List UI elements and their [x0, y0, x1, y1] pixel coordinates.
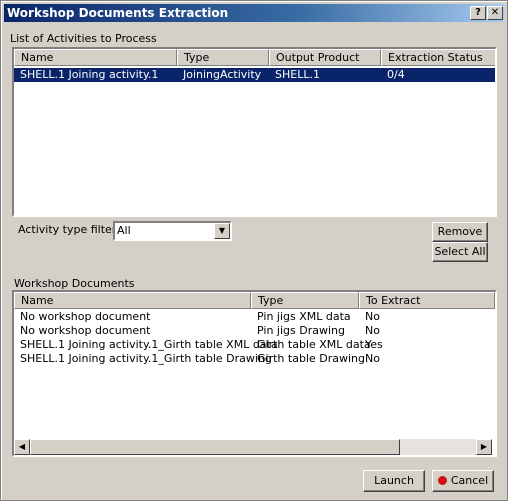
column-header-type[interactable]: Type — [251, 292, 359, 309]
document-row[interactable]: SHELL.1 Joining activity.1_Girth table X… — [14, 338, 495, 352]
document-type: Pin jigs Drawing — [257, 324, 345, 337]
activity-type: JoiningActivity — [183, 68, 262, 81]
activity-output-product: SHELL.1 — [275, 68, 320, 81]
document-type: Girth table XML data — [257, 338, 371, 351]
activities-section-label: List of Activities to Process — [10, 32, 157, 45]
document-row[interactable]: SHELL.1 Joining activity.1_Girth table D… — [14, 352, 495, 366]
document-name: SHELL.1 Joining activity.1_Girth table X… — [20, 338, 278, 351]
activity-type-filter-select[interactable]: All ▼ — [113, 221, 232, 241]
select-all-button[interactable]: Select All — [432, 242, 488, 262]
document-row[interactable]: No workshop document Pin jigs Drawing No — [14, 324, 495, 338]
document-name: SHELL.1 Joining activity.1_Girth table D… — [20, 352, 272, 365]
document-name: No workshop document — [20, 310, 151, 323]
document-to-extract: No — [365, 324, 380, 337]
filter-label: Activity type filter: — [18, 223, 120, 236]
column-header-to-extract[interactable]: To Extract — [359, 292, 495, 309]
scroll-right-icon[interactable]: ▶ — [476, 439, 492, 455]
document-to-extract: Yes — [365, 338, 383, 351]
column-header-name[interactable]: Name — [14, 49, 177, 66]
document-to-extract: No — [365, 310, 380, 323]
document-row[interactable]: No workshop document Pin jigs XML data N… — [14, 310, 495, 324]
chevron-down-icon[interactable]: ▼ — [214, 223, 230, 239]
help-icon[interactable]: ? — [470, 6, 486, 20]
stop-icon — [437, 476, 447, 485]
activities-list[interactable]: Name Type Output Product Extraction Stat… — [12, 47, 497, 217]
activity-extraction-status: 0/4 — [387, 68, 405, 81]
documents-section-label: Workshop Documents — [14, 277, 135, 290]
window-title: Workshop Documents Extraction — [7, 6, 229, 20]
document-to-extract: No — [365, 352, 380, 365]
launch-button[interactable]: Launch — [363, 470, 425, 492]
filter-value: All — [117, 224, 131, 237]
scroll-thumb[interactable] — [30, 439, 400, 455]
horizontal-scrollbar[interactable]: ◀ ▶ — [14, 439, 492, 455]
activity-row[interactable]: SHELL.1 Joining activity.1 JoiningActivi… — [14, 68, 495, 82]
cancel-button[interactable]: Cancel — [432, 470, 494, 492]
activity-name: SHELL.1 Joining activity.1 — [20, 68, 159, 81]
column-header-name[interactable]: Name — [14, 292, 251, 309]
document-type: Pin jigs XML data — [257, 310, 351, 323]
cancel-label: Cancel — [450, 474, 489, 487]
dialog-window: Workshop Documents Extraction ? ✕ List o… — [0, 0, 508, 501]
document-name: No workshop document — [20, 324, 151, 337]
close-icon[interactable]: ✕ — [487, 6, 503, 20]
document-type: Girth table Drawing — [257, 352, 365, 365]
remove-button[interactable]: Remove — [432, 222, 488, 242]
column-header-type[interactable]: Type — [177, 49, 269, 66]
column-header-extraction-status[interactable]: Extraction Status — [381, 49, 495, 66]
scroll-left-icon[interactable]: ◀ — [14, 439, 30, 455]
column-header-output-product[interactable]: Output Product — [269, 49, 381, 66]
title-bar: Workshop Documents Extraction ? ✕ — [4, 4, 504, 22]
documents-list[interactable]: Name Type To Extract No workshop documen… — [12, 290, 497, 457]
